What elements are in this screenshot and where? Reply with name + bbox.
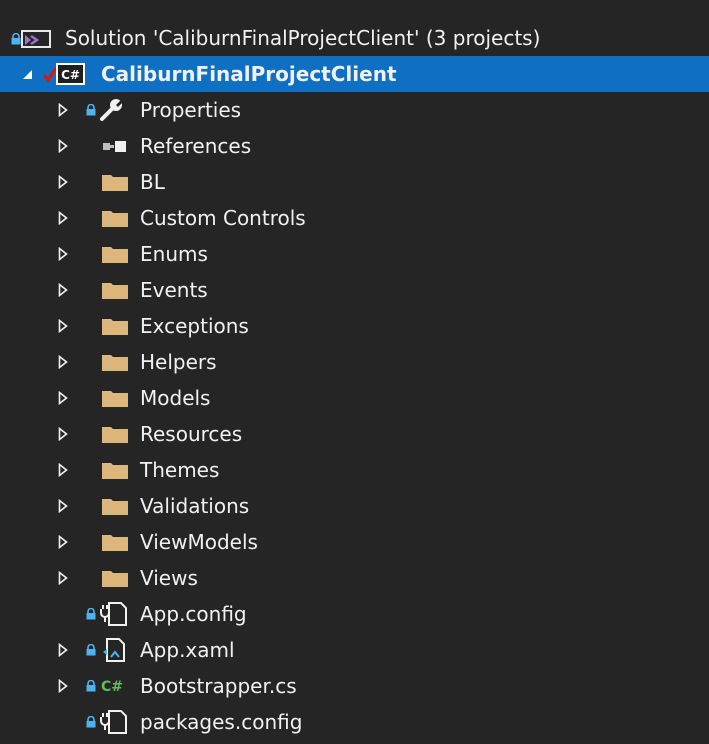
tree-item-exceptions[interactable]: Exceptions <box>0 308 709 344</box>
tree-item-label: Models <box>140 386 211 410</box>
svg-text:C#: C# <box>101 679 123 695</box>
solution-node[interactable]: Solution 'CaliburnFinalProjectClient' (3… <box>0 20 709 56</box>
folder-icon <box>101 423 129 445</box>
tree-item-label: ViewModels <box>140 530 258 554</box>
tree-item-viewmodels[interactable]: ViewModels <box>0 524 709 560</box>
tree-item-label: Properties <box>140 98 242 122</box>
collapsed-arrow-icon[interactable] <box>57 319 69 333</box>
tree-item-models[interactable]: Models <box>0 380 709 416</box>
csharp-file-icon: C# <box>99 675 127 697</box>
tree-item-label: Helpers <box>140 350 217 374</box>
tree-item-custom-controls[interactable]: Custom Controls <box>0 200 709 236</box>
tree-item-label: Validations <box>140 494 250 518</box>
lock-icon <box>86 680 96 692</box>
tree-item-label: Enums <box>140 242 208 266</box>
tree-item-label: packages.config <box>140 710 303 734</box>
tree-item-helpers[interactable]: Helpers <box>0 344 709 380</box>
collapsed-arrow-icon[interactable] <box>57 679 69 693</box>
tree-item-label: Themes <box>140 458 220 482</box>
lock-icon <box>86 716 96 728</box>
tree-item-label: Resources <box>140 422 243 446</box>
tree-item-packages-config[interactable]: packages.config <box>0 704 709 740</box>
collapsed-arrow-icon[interactable] <box>57 391 69 405</box>
tree-item-views[interactable]: Views <box>0 560 709 596</box>
tree-item-label: Bootstrapper.cs <box>140 674 297 698</box>
folder-icon <box>101 279 129 301</box>
tree-item-label: Custom Controls <box>140 206 306 230</box>
folder-icon <box>101 495 129 517</box>
references-icon <box>101 135 129 157</box>
collapsed-arrow-icon[interactable] <box>57 535 69 549</box>
collapsed-arrow-icon[interactable] <box>57 139 69 153</box>
wrench-icon <box>98 98 126 121</box>
xaml-file-icon <box>99 638 127 662</box>
solution-label: Solution 'CaliburnFinalProjectClient' (3… <box>65 26 541 50</box>
folder-icon <box>101 315 129 337</box>
tree-item-label: Events <box>140 278 208 302</box>
collapsed-arrow-icon[interactable] <box>57 499 69 513</box>
collapsed-arrow-icon[interactable] <box>57 427 69 441</box>
tree-item-bl[interactable]: BL <box>0 164 709 200</box>
config-file-icon <box>99 710 127 734</box>
tree-item-properties[interactable]: Properties <box>0 92 709 128</box>
tree-item-app-config[interactable]: App.config <box>0 596 709 632</box>
folder-icon <box>101 459 129 481</box>
project-label: CaliburnFinalProjectClient <box>101 62 397 86</box>
tree-item-enums[interactable]: Enums <box>0 236 709 272</box>
tree-item-label: Views <box>140 566 198 590</box>
collapsed-arrow-icon[interactable] <box>57 283 69 297</box>
folder-icon <box>101 531 129 553</box>
tree-item-label: App.xaml <box>140 638 235 662</box>
tree-item-events[interactable]: Events <box>0 272 709 308</box>
tree-item-label: App.config <box>140 602 247 626</box>
collapsed-arrow-icon[interactable] <box>57 247 69 261</box>
lock-icon <box>86 644 96 656</box>
collapsed-arrow-icon[interactable] <box>57 211 69 225</box>
collapsed-arrow-icon[interactable] <box>57 643 69 657</box>
solution-explorer-tree: Solution 'CaliburnFinalProjectClient' (3… <box>0 0 709 744</box>
visual-studio-solution-icon <box>20 27 56 49</box>
folder-icon <box>101 567 129 589</box>
tree-item-label: BL <box>140 170 165 194</box>
folder-icon <box>101 207 129 229</box>
folder-icon <box>101 243 129 265</box>
collapsed-arrow-icon[interactable] <box>57 355 69 369</box>
lock-icon <box>86 608 96 620</box>
tree-item-label: References <box>140 134 252 158</box>
project-node[interactable]: C# CaliburnFinalProjectClient <box>0 56 709 92</box>
svg-text:C#: C# <box>61 68 80 82</box>
lock-icon <box>86 104 96 116</box>
config-file-icon <box>99 602 127 626</box>
collapsed-arrow-icon[interactable] <box>57 571 69 585</box>
folder-icon <box>101 351 129 373</box>
collapsed-arrow-icon[interactable] <box>57 175 69 189</box>
tree-item-bootstrapper-cs[interactable]: C# Bootstrapper.cs <box>0 668 709 704</box>
folder-icon <box>101 387 129 409</box>
collapsed-arrow-icon[interactable] <box>57 103 69 117</box>
tree-item-validations[interactable]: Validations <box>0 488 709 524</box>
tree-item-themes[interactable]: Themes <box>0 452 709 488</box>
tree-item-references[interactable]: References <box>0 128 709 164</box>
checkmark-icon <box>43 65 57 83</box>
tree-item-label: Exceptions <box>140 314 249 338</box>
folder-icon <box>101 171 129 193</box>
csharp-project-icon: C# <box>56 63 86 85</box>
collapsed-arrow-icon[interactable] <box>57 463 69 477</box>
expanded-arrow-icon[interactable] <box>21 67 33 81</box>
tree-item-app-xaml[interactable]: App.xaml <box>0 632 709 668</box>
tree-item-resources[interactable]: Resources <box>0 416 709 452</box>
